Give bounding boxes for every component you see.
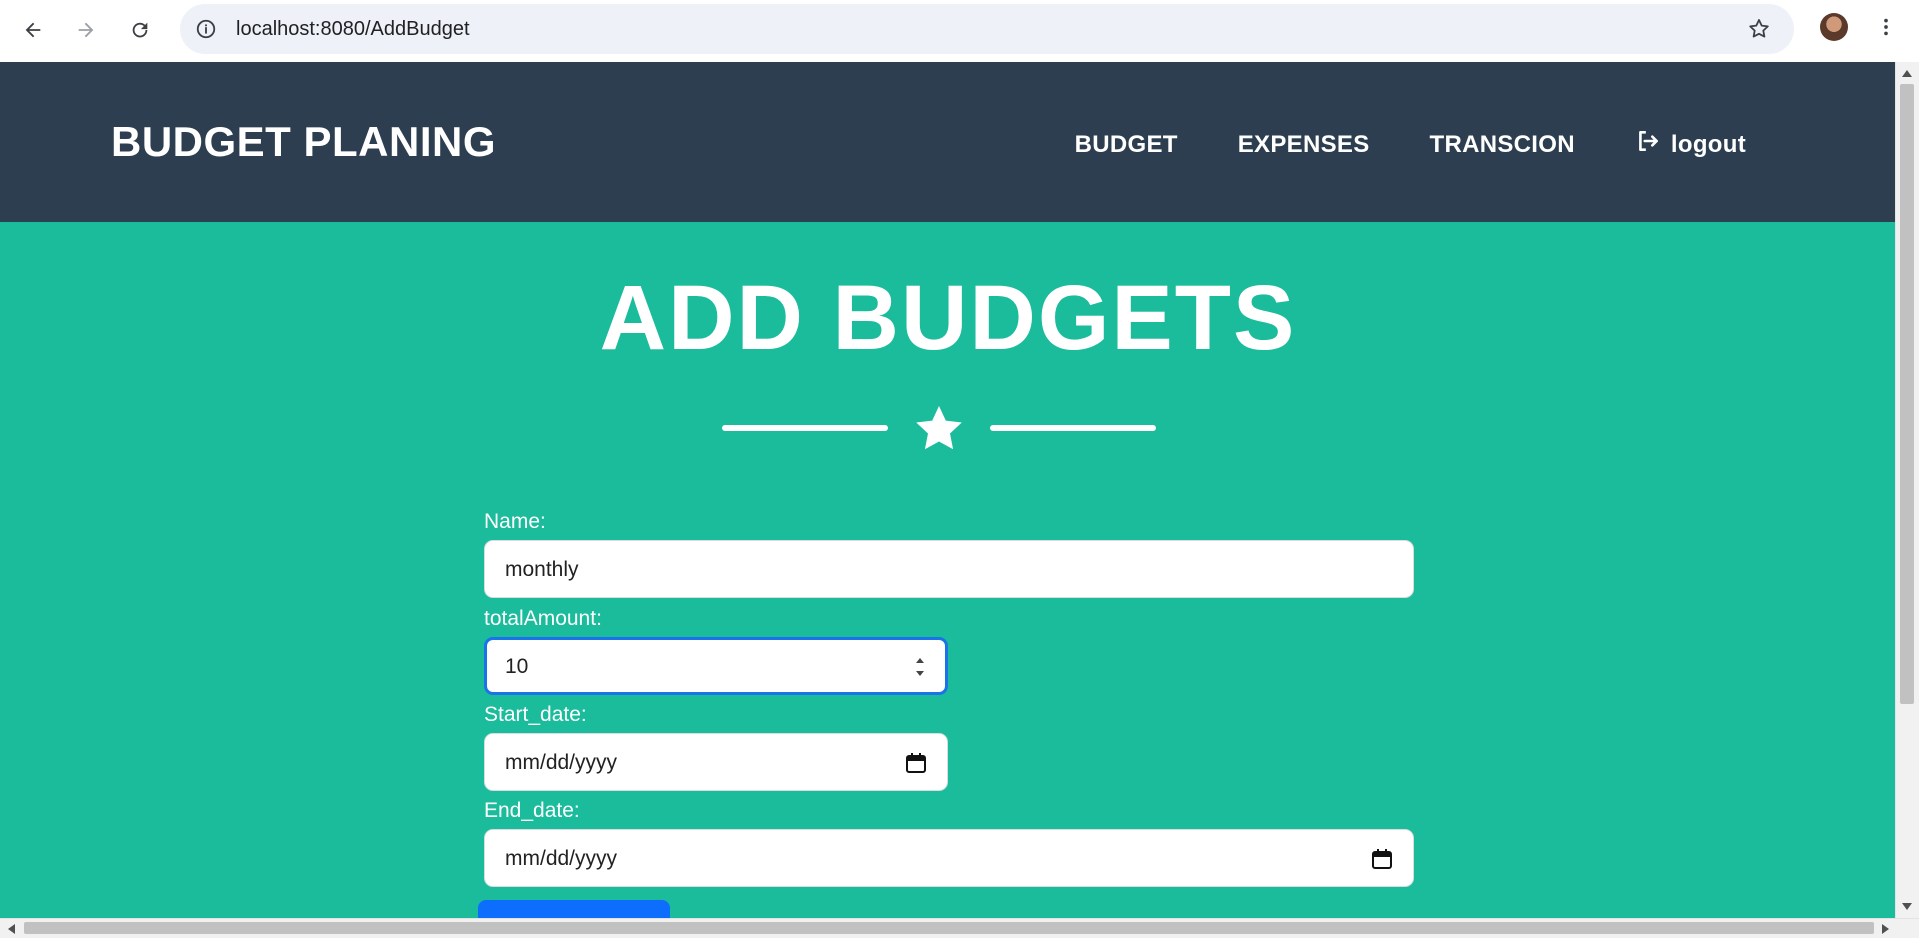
page-title: ADD BUDGETS: [599, 267, 1297, 369]
browser-toolbar: localhost:8080/AddBudget: [0, 0, 1919, 62]
name-label: Name:: [484, 510, 546, 533]
page-viewport: BUDGET PLANING BUDGET EXPENSES TRANSCION…: [0, 62, 1896, 918]
nav-expenses-label: EXPENSES: [1237, 130, 1370, 158]
end-date-input[interactable]: mm/dd/yyyy: [484, 829, 1414, 887]
divider-line-right: [990, 425, 1156, 431]
title-divider: [722, 404, 1156, 454]
address-bar[interactable]: localhost:8080/AddBudget: [180, 4, 1794, 54]
nav-logout[interactable]: logout: [1635, 128, 1746, 161]
brand-title[interactable]: BUDGET PLANING: [111, 118, 496, 166]
nav-logout-label: logout: [1670, 130, 1746, 158]
nav-transcion[interactable]: TRANSCION: [1430, 128, 1575, 161]
scroll-up-arrow-icon[interactable]: [1902, 70, 1912, 77]
nav-expenses[interactable]: EXPENSES: [1238, 128, 1370, 161]
start-date-label: Start_date:: [484, 703, 587, 726]
url-text[interactable]: localhost:8080/AddBudget: [236, 18, 470, 41]
nav-budget-label: BUDGET: [1074, 130, 1178, 158]
start-date-placeholder: mm/dd/yyyy: [505, 751, 618, 774]
info-icon[interactable]: [194, 17, 218, 41]
total-amount-input[interactable]: 10: [484, 637, 948, 695]
scroll-left-arrow-icon[interactable]: [8, 924, 15, 934]
nav-transcion-label: TRANSCION: [1429, 130, 1575, 158]
scroll-right-arrow-icon[interactable]: [1882, 924, 1889, 934]
horizontal-scrollbar[interactable]: [0, 918, 1919, 938]
main-nav: BUDGET EXPENSES TRANSCION logout: [1075, 128, 1746, 161]
back-arrow-icon[interactable]: [15, 12, 51, 48]
number-spinner-icon[interactable]: [913, 652, 927, 682]
end-date-placeholder: mm/dd/yyyy: [505, 847, 618, 870]
calendar-icon[interactable]: [905, 752, 927, 774]
logout-icon: [1635, 128, 1661, 161]
more-vert-icon[interactable]: [1872, 13, 1900, 41]
bookmark-star-icon[interactable]: [1746, 16, 1772, 42]
star-icon: [916, 406, 962, 450]
name-input-value: monthly: [505, 558, 579, 581]
start-date-input[interactable]: mm/dd/yyyy: [484, 733, 948, 791]
forward-arrow-icon[interactable]: [68, 12, 104, 48]
scroll-down-arrow-icon[interactable]: [1902, 903, 1912, 910]
vertical-scroll-thumb[interactable]: [1900, 84, 1914, 704]
end-date-label: End_date:: [484, 799, 580, 822]
nav-budget[interactable]: BUDGET: [1075, 128, 1178, 161]
horizontal-scroll-thumb[interactable]: [24, 922, 1874, 934]
total-amount-label: totalAmount:: [484, 607, 602, 630]
calendar-icon[interactable]: [1371, 848, 1393, 870]
profile-avatar[interactable]: [1820, 13, 1848, 41]
submit-button[interactable]: [478, 900, 670, 918]
name-input[interactable]: monthly: [484, 540, 1414, 598]
vertical-scrollbar[interactable]: [1895, 62, 1919, 918]
reload-icon[interactable]: [122, 12, 158, 48]
divider-line-left: [722, 425, 888, 431]
total-amount-value: 10: [505, 655, 529, 678]
site-header: BUDGET PLANING BUDGET EXPENSES TRANSCION…: [0, 62, 1896, 222]
